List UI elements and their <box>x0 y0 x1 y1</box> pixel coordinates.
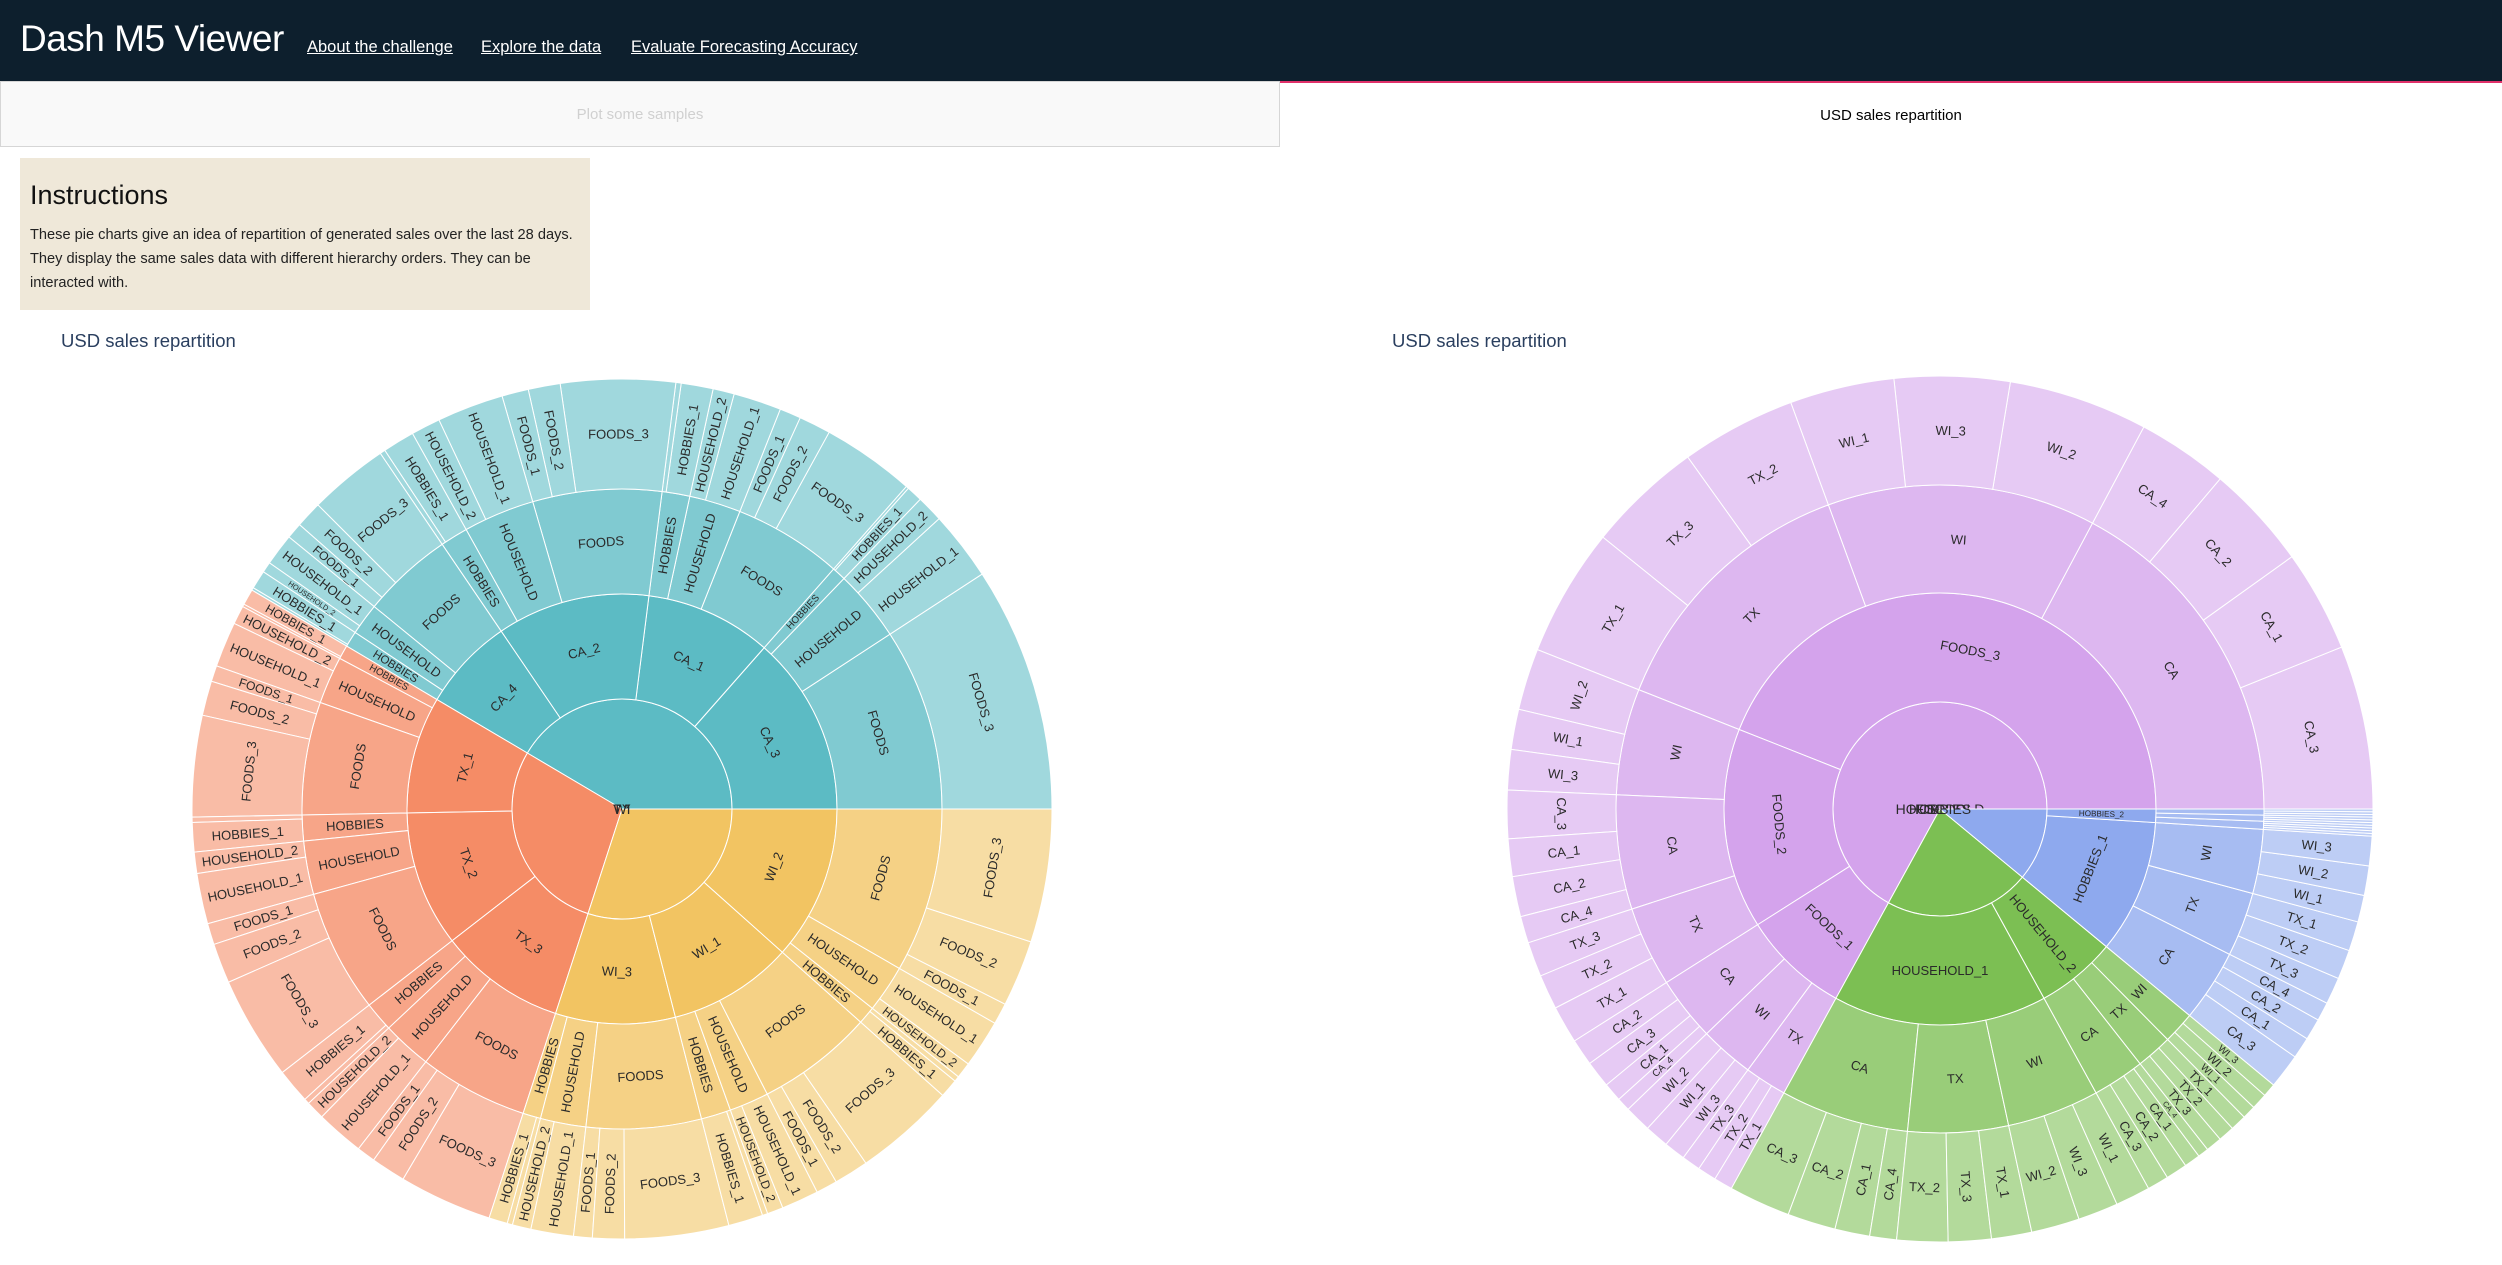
sunburst-label-foods-foods-2-ca-ca-3: CA_3 <box>1554 797 1569 830</box>
sunburst-label-household-household-1-tx-tx-2: TX_2 <box>1909 1179 1941 1195</box>
sunburst-label-hobbies-hobbies-2: HOBBIES_2 <box>2079 809 2125 819</box>
sunburst-label-household-household-1-tx: TX <box>1947 1071 1965 1087</box>
sunburst-chart-right[interactable]: FOODSFOODS_3CACA_3CA_1CA_2CA_4WIWI_2WI_3… <box>0 0 2502 1265</box>
sunburst-label-foods-foods-3-wi: WI <box>1950 532 1967 548</box>
sunburst-label-hobbies-hobbies-1-wi: WI <box>2198 844 2215 862</box>
sunburst-label-household-household-1: HOUSEHOLD_1 <box>1892 963 1989 978</box>
sunburst-label-foods-foods-2-wi-wi-3: WI_3 <box>1547 766 1579 784</box>
sunburst-label-foods-foods-3-wi-wi-3: WI_3 <box>1935 423 1966 439</box>
sunburst-label-hobbies: HOBBIES <box>1909 801 1971 817</box>
sunburst-label-hobbies-hobbies-1-wi-wi-3: WI_3 <box>2301 837 2333 855</box>
sunburst-label-foods-foods-2-ca: CA <box>1664 835 1681 855</box>
sunburst-segment-hobbies-hobbies-2-wi-wi-3[interactable] <box>2263 808 2374 813</box>
sunburst-label-household-household-1-tx-tx-3: TX_3 <box>1958 1171 1975 1203</box>
